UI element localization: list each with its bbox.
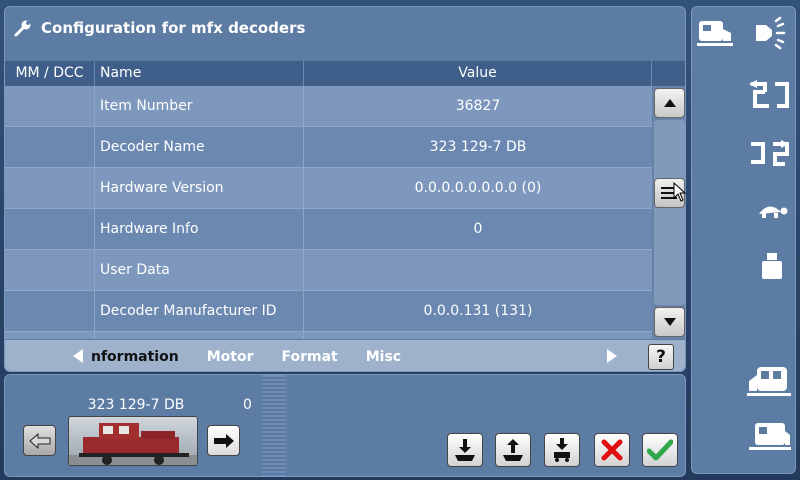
column-header-value[interactable]: Value xyxy=(304,61,652,86)
locomotive-side-icon[interactable] xyxy=(746,417,792,457)
cell-mm-dcc xyxy=(5,127,95,168)
mouse-cursor-icon xyxy=(673,182,687,202)
upload-tray-icon xyxy=(503,439,523,461)
load-from-decoder-button[interactable] xyxy=(447,433,483,467)
triangle-up-icon xyxy=(663,99,676,107)
cell-value[interactable] xyxy=(304,332,652,339)
locomotive-image[interactable] xyxy=(68,416,198,466)
tab-motor[interactable]: Motor xyxy=(193,349,268,365)
tab-format[interactable]: Format xyxy=(267,349,351,365)
wrench-icon xyxy=(14,20,31,37)
arrow-left-icon xyxy=(28,432,50,449)
locomotive-front-icon[interactable] xyxy=(746,361,792,401)
window-title: Configuration for mfx decoders xyxy=(41,19,306,37)
tab-information[interactable]: nformation xyxy=(91,349,193,365)
cell-name: Item Number xyxy=(95,86,304,127)
right-sidebar xyxy=(691,6,796,474)
table-scrollbar[interactable] xyxy=(652,86,685,339)
config-window: Configuration for mfx decoders MM / DCC … xyxy=(4,6,686,372)
cell-mm-dcc xyxy=(5,291,95,332)
table-row[interactable]: User Data xyxy=(5,250,652,291)
cell-mm-dcc xyxy=(5,86,95,127)
cell-mm-dcc xyxy=(5,332,95,339)
locomotive-panel: 323 129-7 DB 0 xyxy=(4,374,686,477)
previous-locomotive-button[interactable] xyxy=(23,425,56,456)
checkmark-icon xyxy=(647,439,673,461)
tab-bar: nformation Motor Format Misc ? xyxy=(5,340,685,371)
download-tray-icon xyxy=(455,439,475,461)
cell-value[interactable]: 0 xyxy=(304,209,652,250)
tab-misc[interactable]: Misc xyxy=(352,349,415,365)
confirm-button[interactable] xyxy=(642,433,678,467)
cell-name xyxy=(95,332,304,339)
cell-value[interactable]: 0.0.0.0.0.0.0.0 (0) xyxy=(304,168,652,209)
light-icon[interactable] xyxy=(748,15,792,51)
scrollbar-track[interactable] xyxy=(654,120,685,305)
window-title-bar: Configuration for mfx decoders xyxy=(13,17,305,39)
tab-strip: nformation Motor Format Misc xyxy=(91,340,421,371)
close-icon xyxy=(601,439,623,461)
speed-bar[interactable] xyxy=(262,375,286,476)
locomotive-speed: 0 xyxy=(243,397,252,413)
locomotive-picture xyxy=(69,423,197,465)
table-row[interactable]: Hardware Info 0 xyxy=(5,209,652,250)
scroll-up-button[interactable] xyxy=(654,88,685,118)
table-row[interactable]: Item Number 36827 xyxy=(5,86,652,127)
turtle-icon[interactable] xyxy=(752,195,792,225)
table-row[interactable]: Decoder Manufacturer ID 0.0.0.131 (131) xyxy=(5,291,652,332)
cell-value[interactable]: 36827 xyxy=(304,86,652,127)
cell-name: Decoder Name xyxy=(95,127,304,168)
tab-scroll-left-icon[interactable] xyxy=(73,349,83,363)
column-header-name[interactable]: Name xyxy=(95,61,304,86)
column-header-mm-dcc[interactable]: MM / DCC xyxy=(5,61,95,86)
help-button[interactable]: ? xyxy=(648,344,674,370)
cell-value[interactable]: 323 129-7 DB xyxy=(304,127,652,168)
cell-name: User Data xyxy=(95,250,304,291)
arrow-right-icon xyxy=(213,433,234,448)
cell-mm-dcc xyxy=(5,250,95,291)
table-row[interactable]: Decoder Name 323 129-7 DB xyxy=(5,127,652,168)
download-locomotive-icon xyxy=(554,438,570,462)
scroll-down-button[interactable] xyxy=(654,307,685,337)
tab-scroll-right-icon[interactable] xyxy=(607,349,617,363)
table-row[interactable]: Hardware Version 0.0.0.0.0.0.0.0 (0) xyxy=(5,168,652,209)
cell-name: Hardware Info xyxy=(95,209,304,250)
triangle-down-icon xyxy=(663,318,676,326)
cell-value[interactable] xyxy=(304,250,652,291)
read-all-button[interactable] xyxy=(544,433,580,467)
table-body: Item Number 36827 Decoder Name 323 129-7… xyxy=(5,86,652,339)
cell-mm-dcc xyxy=(5,168,95,209)
cell-value[interactable]: 0.0.0.131 (131) xyxy=(304,291,652,332)
table-row[interactable] xyxy=(5,332,652,339)
locomotive-name: 323 129-7 DB xyxy=(87,397,185,413)
swap-icon[interactable] xyxy=(746,77,792,113)
swap-alt-icon[interactable] xyxy=(746,135,792,171)
locomotive-icon[interactable] xyxy=(696,15,736,51)
cancel-button[interactable] xyxy=(594,433,630,467)
weight-icon[interactable] xyxy=(754,249,790,283)
cell-mm-dcc xyxy=(5,209,95,250)
cell-name: Decoder Manufacturer ID xyxy=(95,291,304,332)
cell-name: Hardware Version xyxy=(95,168,304,209)
column-header-spacer xyxy=(652,61,685,86)
write-to-decoder-button[interactable] xyxy=(495,433,531,467)
next-locomotive-button[interactable] xyxy=(207,425,240,456)
table-header: MM / DCC Name Value xyxy=(5,61,685,86)
